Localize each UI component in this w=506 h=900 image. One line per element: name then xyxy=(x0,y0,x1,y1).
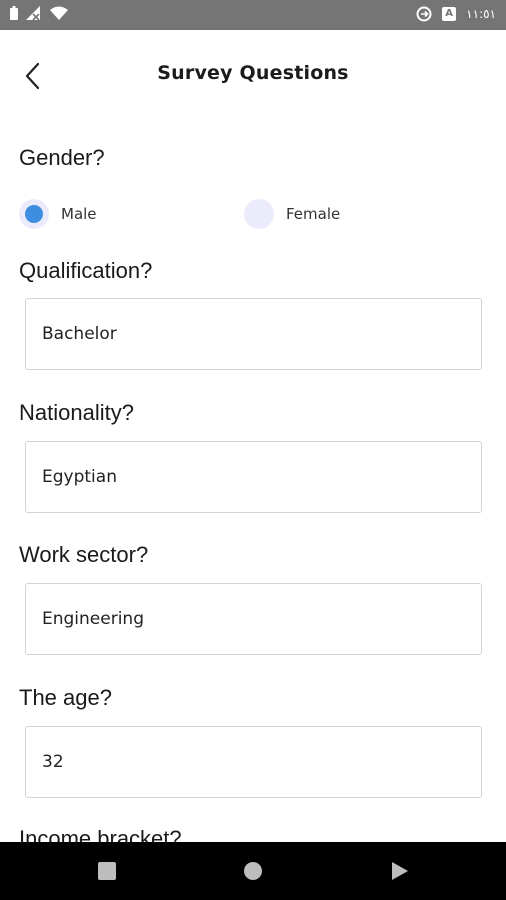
age-label: The age? xyxy=(19,685,112,710)
work-sector-field[interactable]: Engineering xyxy=(25,583,482,655)
gender-male-label: Male xyxy=(61,205,97,223)
app-bar: Survey Questions xyxy=(0,30,506,122)
gender-label: Gender? xyxy=(19,145,105,170)
radio-selected-dot xyxy=(25,205,43,223)
status-bar: A ١١:٥١ xyxy=(0,0,506,30)
recents-square-icon xyxy=(98,862,116,880)
status-right-icons: A ١١:٥١ xyxy=(416,6,496,22)
nationality-label: Nationality? xyxy=(19,400,134,425)
wifi-icon xyxy=(50,6,68,20)
page-title: Survey Questions xyxy=(157,62,349,84)
home-circle-icon xyxy=(244,862,262,880)
signal-icon xyxy=(26,6,40,20)
work-sector-value: Engineering xyxy=(42,609,144,629)
survey-form: Gender? Male Female Qualification? Bache… xyxy=(0,122,506,842)
radio-circle-male xyxy=(19,199,49,229)
sync-icon xyxy=(416,6,432,22)
battery-icon xyxy=(10,6,18,20)
status-left-icons xyxy=(10,6,68,20)
system-nav-bar xyxy=(0,842,506,900)
qualification-value: Bachelor xyxy=(42,324,117,344)
gender-female-radio[interactable]: Female xyxy=(244,196,340,232)
age-field[interactable]: 32 xyxy=(25,726,482,798)
status-time: ١١:٥١ xyxy=(466,7,496,21)
recents-button[interactable] xyxy=(77,842,137,900)
age-value: 32 xyxy=(42,752,64,772)
radio-circle-female xyxy=(244,199,274,229)
work-sector-label: Work sector? xyxy=(19,542,149,567)
nationality-value: Egyptian xyxy=(42,467,117,487)
back-triangle-icon xyxy=(392,862,408,880)
income-bracket-label: Income bracket? xyxy=(19,826,182,842)
gender-radio-group: Male Female xyxy=(0,196,506,232)
home-button[interactable] xyxy=(223,842,283,900)
gender-female-label: Female xyxy=(286,205,341,223)
keyboard-a-icon: A xyxy=(442,7,457,21)
gender-male-radio[interactable]: Male xyxy=(19,196,97,232)
qualification-field[interactable]: Bachelor xyxy=(25,298,482,370)
nationality-field[interactable]: Egyptian xyxy=(25,441,482,513)
qualification-label: Qualification? xyxy=(19,258,153,283)
nav-back-button[interactable] xyxy=(370,842,430,900)
